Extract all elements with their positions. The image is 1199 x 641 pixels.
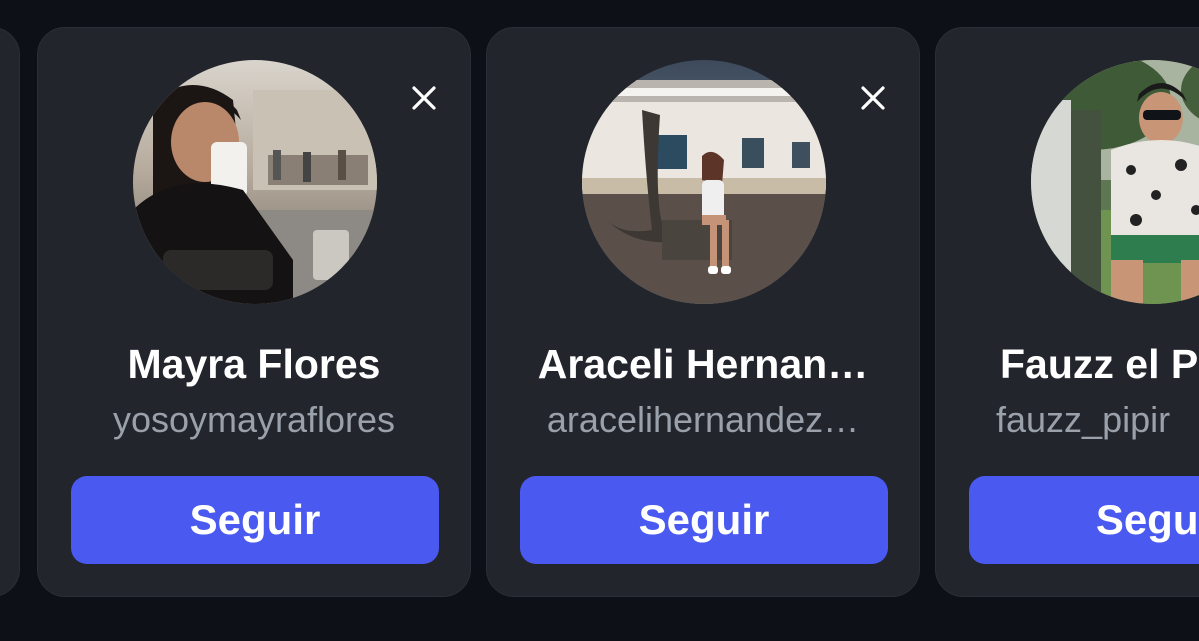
profile-photo	[133, 60, 377, 304]
follow-button[interactable]: Seguir	[520, 476, 888, 564]
dismiss-button[interactable]	[406, 80, 442, 116]
close-icon	[861, 86, 885, 110]
profile-photo	[1031, 60, 1199, 304]
profile-photo	[582, 60, 826, 304]
follow-button[interactable]: Segui	[969, 476, 1199, 564]
close-icon	[412, 86, 436, 110]
account-username: aracelihernandez…	[546, 399, 860, 440]
follow-button[interactable]: Seguir	[71, 476, 439, 564]
avatar[interactable]	[582, 60, 826, 304]
account-name: Araceli Hernan…	[537, 341, 869, 387]
account-name: Fauzz el P	[1000, 341, 1199, 387]
account-username: yosoymayraflores	[112, 399, 396, 440]
suggestion-card[interactable]: Fauzz el P fauzz_pipir Segui	[935, 27, 1199, 597]
suggestion-card[interactable]: Mayra Flores yosoymayraflores Seguir	[37, 27, 471, 597]
suggestion-card[interactable]: Araceli Hernan… aracelihernandez… Seguir	[486, 27, 920, 597]
avatar[interactable]	[133, 60, 377, 304]
suggested-accounts-carousel[interactable]: Mayra Flores yosoymayraflores Seguir Ara…	[0, 0, 1199, 641]
account-name: Mayra Flores	[127, 341, 381, 387]
account-username: fauzz_pipir	[996, 399, 1171, 440]
avatar[interactable]	[1031, 60, 1199, 304]
suggestion-card-partial[interactable]	[0, 27, 20, 597]
dismiss-button[interactable]	[855, 80, 891, 116]
